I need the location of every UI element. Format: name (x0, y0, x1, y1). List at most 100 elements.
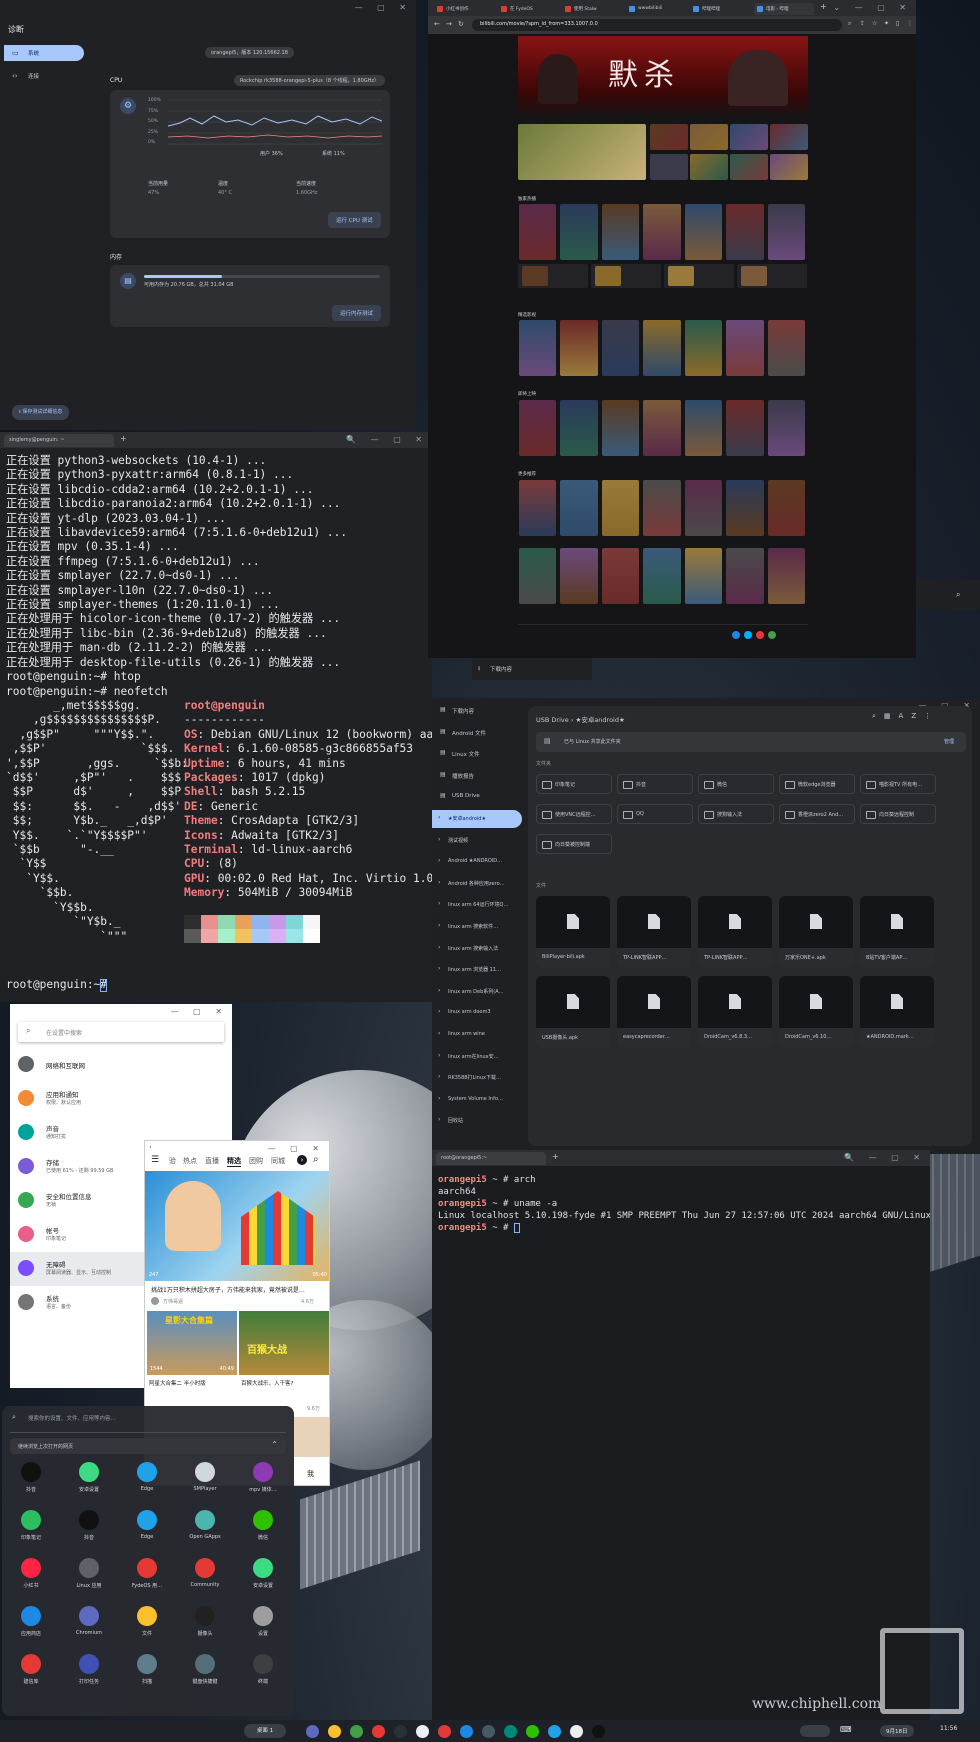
launcher-app[interactable]: Edge (122, 1462, 172, 1492)
shelf-app-icon[interactable] (526, 1725, 539, 1738)
movie-poster[interactable] (560, 480, 598, 536)
search-icon[interactable]: ⌕ (313, 1154, 319, 1165)
files-nav-item[interactable]: › 测试视频 (432, 832, 522, 850)
launcher-app[interactable]: FydeOS 用… (122, 1558, 172, 1589)
movie-thumb[interactable] (730, 124, 768, 150)
reload-icon[interactable]: ↻ (458, 20, 464, 28)
address-bar[interactable]: bilibili.com/movie/?spm_id_from=333.1007… (472, 19, 842, 31)
movie-poster[interactable] (684, 400, 723, 456)
app-tab[interactable]: 同城 (271, 1156, 285, 1166)
extensions-icon[interactable]: ✦ (884, 20, 889, 27)
files-nav-item[interactable]: › Android 各种应用zero… (432, 875, 522, 893)
social-icon[interactable] (732, 631, 740, 639)
video-thumbnail-2[interactable]: 星影大合集篇 1544 40:49 (147, 1311, 237, 1375)
me-tab[interactable]: 我 (307, 1469, 314, 1479)
files-nav-item[interactable]: ▤ Linux 文件 (432, 745, 522, 763)
video-caption-2[interactable]: 阿星大合集二 半小时版 (149, 1379, 206, 1387)
shelf-app-icon[interactable] (504, 1725, 517, 1738)
folder-tile[interactable]: 香橙派zero2 And… (779, 804, 855, 824)
search-widget[interactable]: ⌕ (916, 580, 980, 610)
movie-poster[interactable] (726, 548, 764, 604)
social-icon[interactable] (744, 631, 752, 639)
more-tabs-icon[interactable]: › (297, 1155, 307, 1165)
launcher-app[interactable]: 设置 (238, 1606, 288, 1637)
video-thumbnail-4[interactable] (293, 1417, 329, 1457)
social-icon[interactable] (756, 631, 764, 639)
clock[interactable]: 11:56 (940, 1725, 957, 1732)
browser-tab[interactable]: 哔哩哔哩 (690, 3, 750, 15)
movie-poster[interactable] (684, 204, 723, 260)
files-nav-item[interactable]: ▤ 下载内容 (432, 702, 522, 720)
keyboard-icon[interactable]: ⌨ (840, 1725, 852, 1734)
movie-poster[interactable] (643, 204, 681, 260)
settings-item[interactable]: 应用和通知 权限、默认应用 (10, 1082, 232, 1116)
downloads-bar[interactable]: ⭳ 下载内容 (472, 658, 592, 680)
launcher-app[interactable]: 打印任务 (64, 1654, 114, 1685)
window-controls[interactable]: 🔍 — ▢ ✕ (844, 1153, 926, 1162)
terminal-tab[interactable]: singlemy@penguin: ~ (4, 434, 114, 447)
social-icon[interactable] (768, 631, 776, 639)
desk-button[interactable]: 桌面 1 (244, 1724, 286, 1738)
movie-poster[interactable] (560, 204, 598, 260)
movie-poster[interactable] (767, 548, 805, 604)
movie-poster[interactable] (643, 320, 681, 376)
settings-item[interactable]: 网络和互联网 (10, 1048, 232, 1082)
launcher-app[interactable]: Linux 应用 (64, 1558, 114, 1589)
breadcrumb-current[interactable]: ★安卓android★ (576, 716, 625, 724)
movie-thumb[interactable] (730, 154, 768, 180)
shelf-app-icon[interactable] (350, 1725, 363, 1738)
launcher-app[interactable]: 扫描 (122, 1654, 172, 1685)
files-nav-item[interactable]: › linux arm 浏览器 11… (432, 961, 522, 979)
share-manage-link[interactable]: 管理 (944, 738, 954, 745)
movie-poster[interactable] (767, 400, 805, 456)
file-card[interactable]: TP-LINK智联APP… (617, 896, 691, 968)
shelf-app-icon[interactable] (482, 1725, 495, 1738)
search-icon[interactable]: ⌕ (848, 20, 851, 28)
files-nav-item[interactable]: › linux arm 64运行环境Q… (432, 896, 522, 914)
launcher-app[interactable]: 应用商店 (6, 1606, 56, 1637)
launcher-app[interactable]: Chromium (64, 1606, 114, 1636)
files-nav-item[interactable]: › linux arm在linux安… (432, 1048, 522, 1066)
run-memory-test-button[interactable]: 运行内存测试 (332, 305, 382, 321)
movie-poster[interactable] (519, 204, 557, 260)
folder-tile[interactable]: 喵影视TV 所有电… (860, 774, 936, 794)
file-card[interactable]: TP-LINK智联APP… (698, 896, 772, 968)
files-nav-item[interactable]: › Android ★ANDROID… (432, 853, 522, 871)
window-controls[interactable]: ⌄ — ▢ ✕ (833, 3, 912, 12)
movie-thumb[interactable] (770, 154, 808, 180)
folder-tile[interactable]: 微软edge浏览器 (779, 774, 855, 794)
breadcrumb-root[interactable]: USB Drive (536, 716, 569, 724)
files-nav-item[interactable]: › 回收站 (432, 1112, 522, 1130)
files-nav-item[interactable]: › System Volume Info… (432, 1091, 522, 1109)
shelf-app-icon[interactable] (548, 1725, 561, 1738)
folder-tile[interactable]: 使用VNC远程控… (536, 804, 612, 824)
folder-tile[interactable]: 印象笔记 (536, 774, 612, 794)
movie-poster[interactable] (519, 400, 557, 456)
movie-poster[interactable] (601, 480, 640, 536)
movie-poster[interactable] (601, 548, 640, 604)
launcher-app[interactable]: Community (180, 1558, 230, 1588)
movie-poster[interactable] (601, 204, 640, 260)
app-tab[interactable]: 验 (169, 1156, 176, 1166)
video-thumbnail-1[interactable]: 247 05:40 (145, 1171, 329, 1281)
app-tab[interactable]: 团购 (249, 1156, 263, 1166)
video-thumbnail-3[interactable]: 百猴大战 (239, 1311, 329, 1375)
app-tab[interactable]: 热点 (183, 1156, 197, 1166)
shelf-app-icon[interactable] (570, 1725, 583, 1738)
phone-hub-icon[interactable] (800, 1725, 830, 1737)
movie-poster[interactable] (560, 400, 598, 456)
star-icon[interactable]: ☆ (872, 20, 877, 27)
launcher-app[interactable]: 微信 (238, 1510, 288, 1541)
file-card[interactable]: DroidCam_v6.10… (779, 976, 853, 1048)
launcher-app[interactable]: SMPlayer (180, 1462, 230, 1492)
launcher-app[interactable]: Open GApps (180, 1510, 230, 1540)
nav-item-system[interactable]: ▭ 系统 (4, 45, 84, 61)
window-controls[interactable]: — ▢ ✕ (268, 1144, 325, 1153)
folder-tile[interactable]: 向日葵被控制端 (536, 834, 612, 854)
launcher-app[interactable]: 安卓设置 (64, 1462, 114, 1493)
new-tab-button[interactable]: + (120, 434, 127, 443)
files-nav-item[interactable]: ▤ 播放报告 (432, 767, 522, 785)
movie-poster[interactable] (684, 480, 723, 536)
shelf-app-icon[interactable] (394, 1725, 407, 1738)
launcher-app[interactable]: mpv 媒体… (238, 1462, 288, 1493)
